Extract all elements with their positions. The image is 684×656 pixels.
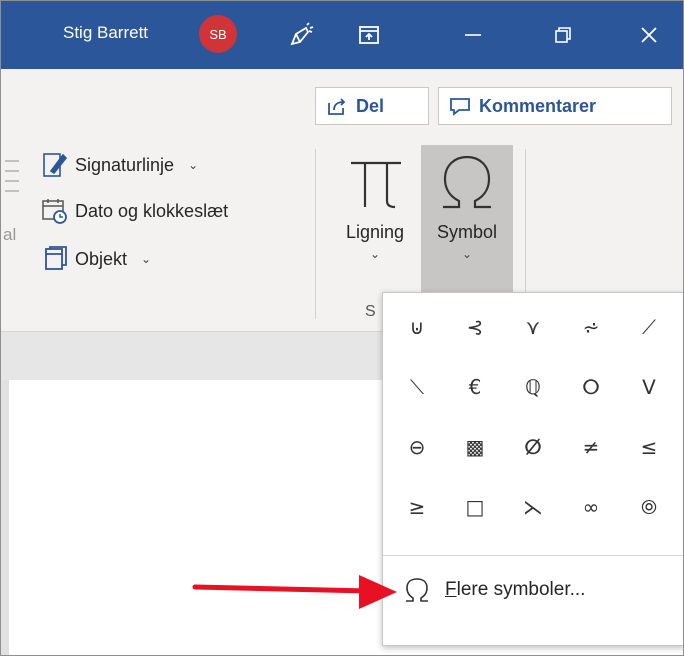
red-arrow-annotation xyxy=(192,575,397,609)
object-command[interactable]: Objekt ⌄ xyxy=(41,245,151,273)
date-time-command[interactable]: Dato og klokkeslæt xyxy=(41,197,228,225)
symbol-grid: ⊍ ⊰ ⋎ ⩫ ⟋ ⟍ € ℚ ⵔ ⴸ ⊖ ▩ ⵁ ≠ ≤ ≥ □ ⋋ ∞ ⦾ xyxy=(391,301,681,541)
omega-icon xyxy=(443,155,491,209)
omega-icon xyxy=(406,578,428,602)
list-lines-icon xyxy=(5,157,19,222)
symbol-cell[interactable]: € xyxy=(449,361,501,413)
comments-button[interactable]: Kommentarer xyxy=(438,87,672,125)
object-label: Objekt xyxy=(75,248,128,269)
symbol-cell[interactable]: ≠ xyxy=(565,421,617,473)
avatar-initials: SB xyxy=(209,26,227,42)
menu-divider xyxy=(383,555,683,556)
group-label: S xyxy=(365,303,376,320)
symbol-cell[interactable]: ⟋ xyxy=(623,301,675,353)
signature-icon xyxy=(43,153,68,177)
chevron-down-icon[interactable]: ⌄ xyxy=(421,247,513,261)
symbol-cell[interactable]: ⵔ xyxy=(565,361,617,413)
chevron-down-icon[interactable]: ⌄ xyxy=(329,247,421,261)
share-label: Del xyxy=(356,95,385,116)
ribbon-display-icon[interactable] xyxy=(349,15,389,55)
comment-icon xyxy=(450,98,470,116)
symbol-cell[interactable]: ⩫ xyxy=(565,301,617,353)
symbol-cell[interactable]: ▩ xyxy=(449,421,501,473)
symbol-cell[interactable]: ⋎ xyxy=(507,301,559,353)
more-symbols-label-rest: lere symboler... xyxy=(456,579,586,600)
date-time-label: Dato og klokkeslæt xyxy=(75,200,229,221)
minimize-icon[interactable] xyxy=(453,15,493,55)
pi-icon xyxy=(351,161,401,209)
symbol-cell[interactable]: ⊖ xyxy=(391,421,443,473)
restore-icon[interactable] xyxy=(543,15,583,55)
user-name[interactable]: Stig Barrett xyxy=(63,23,148,43)
symbol-cell[interactable]: ⦾ xyxy=(623,481,675,533)
title-bar: Stig Barrett SB xyxy=(1,1,683,69)
symbol-cell[interactable]: ⊰ xyxy=(449,301,501,353)
symbol-label: Symbol xyxy=(436,222,498,242)
comments-label: Kommentarer xyxy=(479,95,597,116)
draw-icon[interactable] xyxy=(281,15,321,55)
symbol-cell[interactable]: ⋋ xyxy=(507,481,559,533)
more-symbols-item[interactable]: Flere symboler... xyxy=(403,563,585,617)
more-symbols-label: Flere symboler... xyxy=(445,579,585,601)
chevron-down-icon[interactable]: ⌄ xyxy=(188,158,198,172)
signature-line-label: Signaturlinje xyxy=(75,154,175,175)
symbol-cell[interactable]: ∞ xyxy=(565,481,617,533)
mnemonic-letter: F xyxy=(445,579,457,600)
equation-label: Ligning xyxy=(345,222,405,242)
avatar[interactable]: SB xyxy=(199,15,237,53)
window-frame: Stig Barrett SB Del Kommentarer al Signa… xyxy=(0,0,684,656)
symbol-cell[interactable]: ℚ xyxy=(507,361,559,413)
symbol-cell[interactable]: ≥ xyxy=(391,481,443,533)
share-icon xyxy=(328,98,346,115)
symbol-dropdown: ⊍ ⊰ ⋎ ⩫ ⟋ ⟍ € ℚ ⵔ ⴸ ⊖ ▩ ⵁ ≠ ≤ ≥ □ ⋋ ∞ ⦾ xyxy=(382,292,683,646)
partial-left-text: al xyxy=(3,225,17,244)
symbol-cell[interactable]: □ xyxy=(449,481,501,533)
object-icon xyxy=(45,246,67,270)
calendar-clock-icon xyxy=(42,199,67,224)
symbol-cell[interactable]: ≤ xyxy=(623,421,675,473)
symbol-cell[interactable]: ⟍ xyxy=(391,361,443,413)
symbol-cell[interactable]: ⊍ xyxy=(391,301,443,353)
symbol-cell[interactable]: ⵁ xyxy=(507,421,559,473)
group-separator xyxy=(315,149,316,319)
close-icon[interactable] xyxy=(629,15,669,55)
symbol-cell[interactable]: ⴸ xyxy=(623,361,675,413)
share-button[interactable]: Del xyxy=(315,87,429,125)
signature-line-command[interactable]: Signaturlinje ⌄ xyxy=(41,151,198,179)
chevron-down-icon[interactable]: ⌄ xyxy=(141,252,151,266)
